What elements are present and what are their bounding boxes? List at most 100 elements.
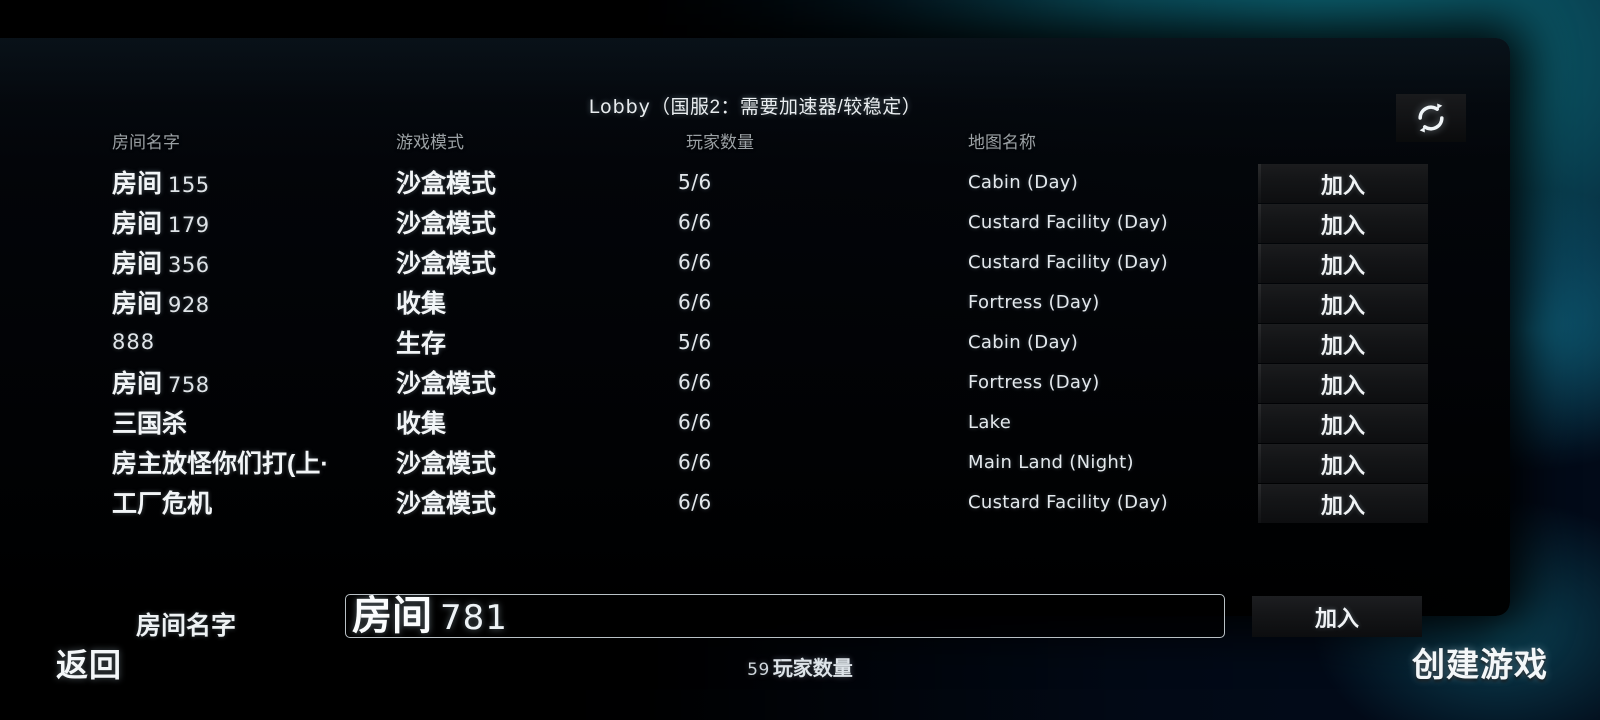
cell-map-name: Cabin (Day) (968, 162, 1268, 202)
map-name-text: Lake (968, 411, 1012, 433)
join-room-label: 加入 (1320, 252, 1365, 278)
table-row: 房间 356 沙盒模式 6/6 Custard Facility (Day) 加入 (0, 242, 1510, 283)
room-name-text: 房间 155 (112, 170, 210, 198)
table-row: 房间 758 沙盒模式 6/6 Fortress (Day) 加入 (0, 362, 1510, 403)
table-row: 三国杀 收集 6/6 Lake 加入 (0, 402, 1510, 443)
cell-room-name: 房间 928 (112, 282, 412, 322)
cell-map-name: Custard Facility (Day) (968, 242, 1268, 282)
join-room-label: 加入 (1320, 412, 1365, 438)
join-room-button[interactable]: 加入 (1258, 244, 1428, 283)
cell-game-mode: 沙盒模式 (396, 442, 676, 482)
player-count-text: 6/6 (678, 410, 712, 434)
table-row: 房间 928 收集 6/6 Fortress (Day) 加入 (0, 282, 1510, 323)
join-room-label: 加入 (1320, 332, 1365, 358)
footer-bar: 返回 59 玩家数量 创建游戏 (0, 616, 1600, 720)
cell-map-name: Fortress (Day) (968, 362, 1268, 402)
game-mode-text: 生存 (396, 330, 447, 358)
room-name-number: 356 (168, 253, 210, 277)
cell-room-name: 三国杀 (112, 402, 412, 442)
game-mode-text: 沙盒模式 (396, 450, 497, 478)
table-header-row: 房间名字 游戏模式 玩家数量 地图名称 (0, 128, 1510, 158)
room-list-rows: 房间 155 沙盒模式 5/6 Cabin (Day) 加入 房间 179 沙盒模式 6/6 Cus… (0, 162, 1510, 523)
cell-game-mode: 收集 (396, 282, 676, 322)
map-name-text: Custard Facility (Day) (968, 211, 1168, 233)
map-name-text: Cabin (Day) (968, 331, 1079, 353)
cell-game-mode: 沙盒模式 (396, 362, 676, 402)
join-room-label: 加入 (1320, 492, 1365, 518)
game-mode-text: 沙盒模式 (396, 210, 497, 238)
map-name-text: Fortress (Day) (968, 371, 1100, 393)
room-name-text: 房主放怪你们打(上· (112, 450, 329, 478)
join-room-button[interactable]: 加入 (1258, 444, 1428, 483)
page-title: Lobby（国服2：需要加速器/较稳定） (0, 92, 1510, 119)
cell-map-name: Main Land (Night) (968, 442, 1268, 482)
create-game-button[interactable]: 创建游戏 (1412, 638, 1548, 686)
join-room-button[interactable]: 加入 (1258, 324, 1428, 363)
cell-room-name: 工厂危机 (112, 482, 412, 522)
player-count-text: 6/6 (678, 370, 712, 394)
join-room-button[interactable]: 加入 (1258, 284, 1428, 323)
cell-map-name: Fortress (Day) (968, 282, 1268, 322)
room-name-text: 房间 758 (112, 370, 210, 398)
room-name-text: 工厂危机 (112, 490, 213, 518)
game-mode-text: 沙盒模式 (396, 250, 497, 278)
player-count-text: 6/6 (678, 290, 712, 314)
room-name-number: 155 (168, 173, 210, 197)
join-room-label: 加入 (1320, 212, 1365, 238)
game-lobby-screen: Lobby（国服2：需要加速器/较稳定） 房间名字 游戏模式 玩家数量 地图名称… (0, 0, 1600, 720)
cell-game-mode: 收集 (396, 402, 676, 442)
online-player-count-label: 玩家数量 (772, 658, 853, 680)
join-room-button[interactable]: 加入 (1258, 204, 1428, 243)
game-mode-text: 沙盒模式 (396, 490, 497, 518)
room-name-number: 758 (168, 373, 210, 397)
join-room-label: 加入 (1320, 292, 1365, 318)
table-row: 房主放怪你们打(上· 沙盒模式 6/6 Main Land (Night) 加入 (0, 442, 1510, 483)
player-count-text: 6/6 (678, 210, 712, 234)
player-count-text: 6/6 (678, 250, 712, 274)
cell-player-count: 5/6 (678, 162, 948, 202)
room-name-number: 928 (168, 293, 210, 317)
table-row: 房间 155 沙盒模式 5/6 Cabin (Day) 加入 (0, 162, 1510, 203)
cell-game-mode: 沙盒模式 (396, 482, 676, 522)
column-header-map: 地图名称 (968, 133, 1036, 152)
cell-map-name: Custard Facility (Day) (968, 482, 1268, 522)
join-room-button[interactable]: 加入 (1258, 404, 1428, 443)
cell-player-count: 6/6 (678, 482, 948, 522)
join-room-label: 加入 (1320, 172, 1365, 198)
cell-game-mode: 沙盒模式 (396, 242, 676, 282)
cell-game-mode: 沙盒模式 (396, 162, 676, 202)
join-room-label: 加入 (1320, 372, 1365, 398)
cell-player-count: 6/6 (678, 442, 948, 482)
join-room-button[interactable]: 加入 (1258, 484, 1428, 523)
cell-game-mode: 沙盒模式 (396, 202, 676, 242)
cell-room-name: 房间 356 (112, 242, 412, 282)
cell-room-name: 888 (112, 322, 412, 362)
map-name-text: Fortress (Day) (968, 291, 1100, 313)
room-list-table: 房间名字 游戏模式 玩家数量 地图名称 房间 155 沙盒模式 5/6 Cabin (D… (0, 128, 1510, 523)
game-mode-text: 收集 (396, 290, 447, 318)
cell-player-count: 6/6 (678, 402, 948, 442)
column-header-game-mode: 游戏模式 (396, 133, 464, 152)
page-title-latin: Lobby (588, 96, 651, 118)
room-name-number: 179 (168, 213, 210, 237)
table-row: 888 生存 5/6 Cabin (Day) 加入 (0, 322, 1510, 363)
cell-player-count: 6/6 (678, 282, 948, 322)
map-name-text: Custard Facility (Day) (968, 491, 1168, 513)
cell-player-count: 6/6 (678, 242, 948, 282)
cell-map-name: Custard Facility (Day) (968, 202, 1268, 242)
player-count-text: 5/6 (678, 330, 712, 354)
online-player-count-number: 59 (747, 660, 770, 680)
map-name-text: Main Land (Night) (968, 451, 1134, 473)
map-name-text: Cabin (Day) (968, 171, 1079, 193)
map-name-text: Custard Facility (Day) (968, 251, 1168, 273)
player-count-text: 5/6 (678, 170, 712, 194)
cell-player-count: 5/6 (678, 322, 948, 362)
room-name-text: 房间 928 (112, 290, 210, 318)
cell-room-name: 房主放怪你们打(上· (112, 442, 412, 482)
room-name-text: 房间 179 (112, 210, 210, 238)
join-room-button[interactable]: 加入 (1258, 364, 1428, 403)
cell-game-mode: 生存 (396, 322, 676, 362)
game-mode-text: 沙盒模式 (396, 370, 497, 398)
join-room-label: 加入 (1320, 452, 1365, 478)
join-room-button[interactable]: 加入 (1258, 164, 1428, 203)
